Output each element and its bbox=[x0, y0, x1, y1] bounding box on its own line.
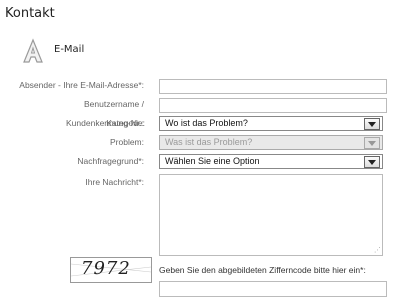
captcha-image: 7972 bbox=[70, 257, 152, 283]
problem-select: Was ist das Problem? bbox=[159, 135, 383, 150]
category-select-value: Wo ist das Problem? bbox=[165, 118, 248, 128]
reason-select-value: Wählen Sie eine Option bbox=[165, 156, 260, 166]
username-label: Benutzername / bbox=[83, 99, 144, 109]
captcha-code: 7972 bbox=[81, 258, 131, 279]
resize-grip-icon[interactable]: ⋰ bbox=[374, 247, 381, 254]
message-textarea[interactable]: ⋰ bbox=[159, 174, 383, 256]
username-field[interactable] bbox=[159, 98, 387, 113]
reason-label: Nachfragegrund*: bbox=[77, 156, 144, 166]
category-select[interactable]: Wo ist das Problem? bbox=[159, 116, 383, 131]
page-title: Kontakt bbox=[5, 6, 55, 21]
problem-select-value: Was ist das Problem? bbox=[165, 137, 253, 147]
email-channel-label: E-Mail bbox=[54, 44, 85, 55]
captcha-hint-label: Geben Sie den abgebildeten Zifferncode b… bbox=[159, 265, 366, 275]
captcha-input[interactable] bbox=[159, 281, 387, 297]
problem-label: Problem: bbox=[109, 137, 144, 147]
reason-select[interactable]: Wählen Sie eine Option bbox=[159, 154, 383, 169]
category-label: Kategorie: bbox=[106, 118, 145, 128]
category-dropdown-chevron-icon[interactable] bbox=[364, 118, 380, 130]
message-label: Ihre Nachricht*: bbox=[85, 177, 144, 187]
reason-dropdown-chevron-icon[interactable] bbox=[364, 156, 380, 168]
problem-dropdown-chevron-icon bbox=[364, 137, 380, 149]
email-icon bbox=[23, 38, 43, 63]
sender-email-label: Absender - Ihre E-Mail-Adresse*: bbox=[19, 80, 144, 90]
sender-email-field[interactable] bbox=[159, 79, 387, 94]
